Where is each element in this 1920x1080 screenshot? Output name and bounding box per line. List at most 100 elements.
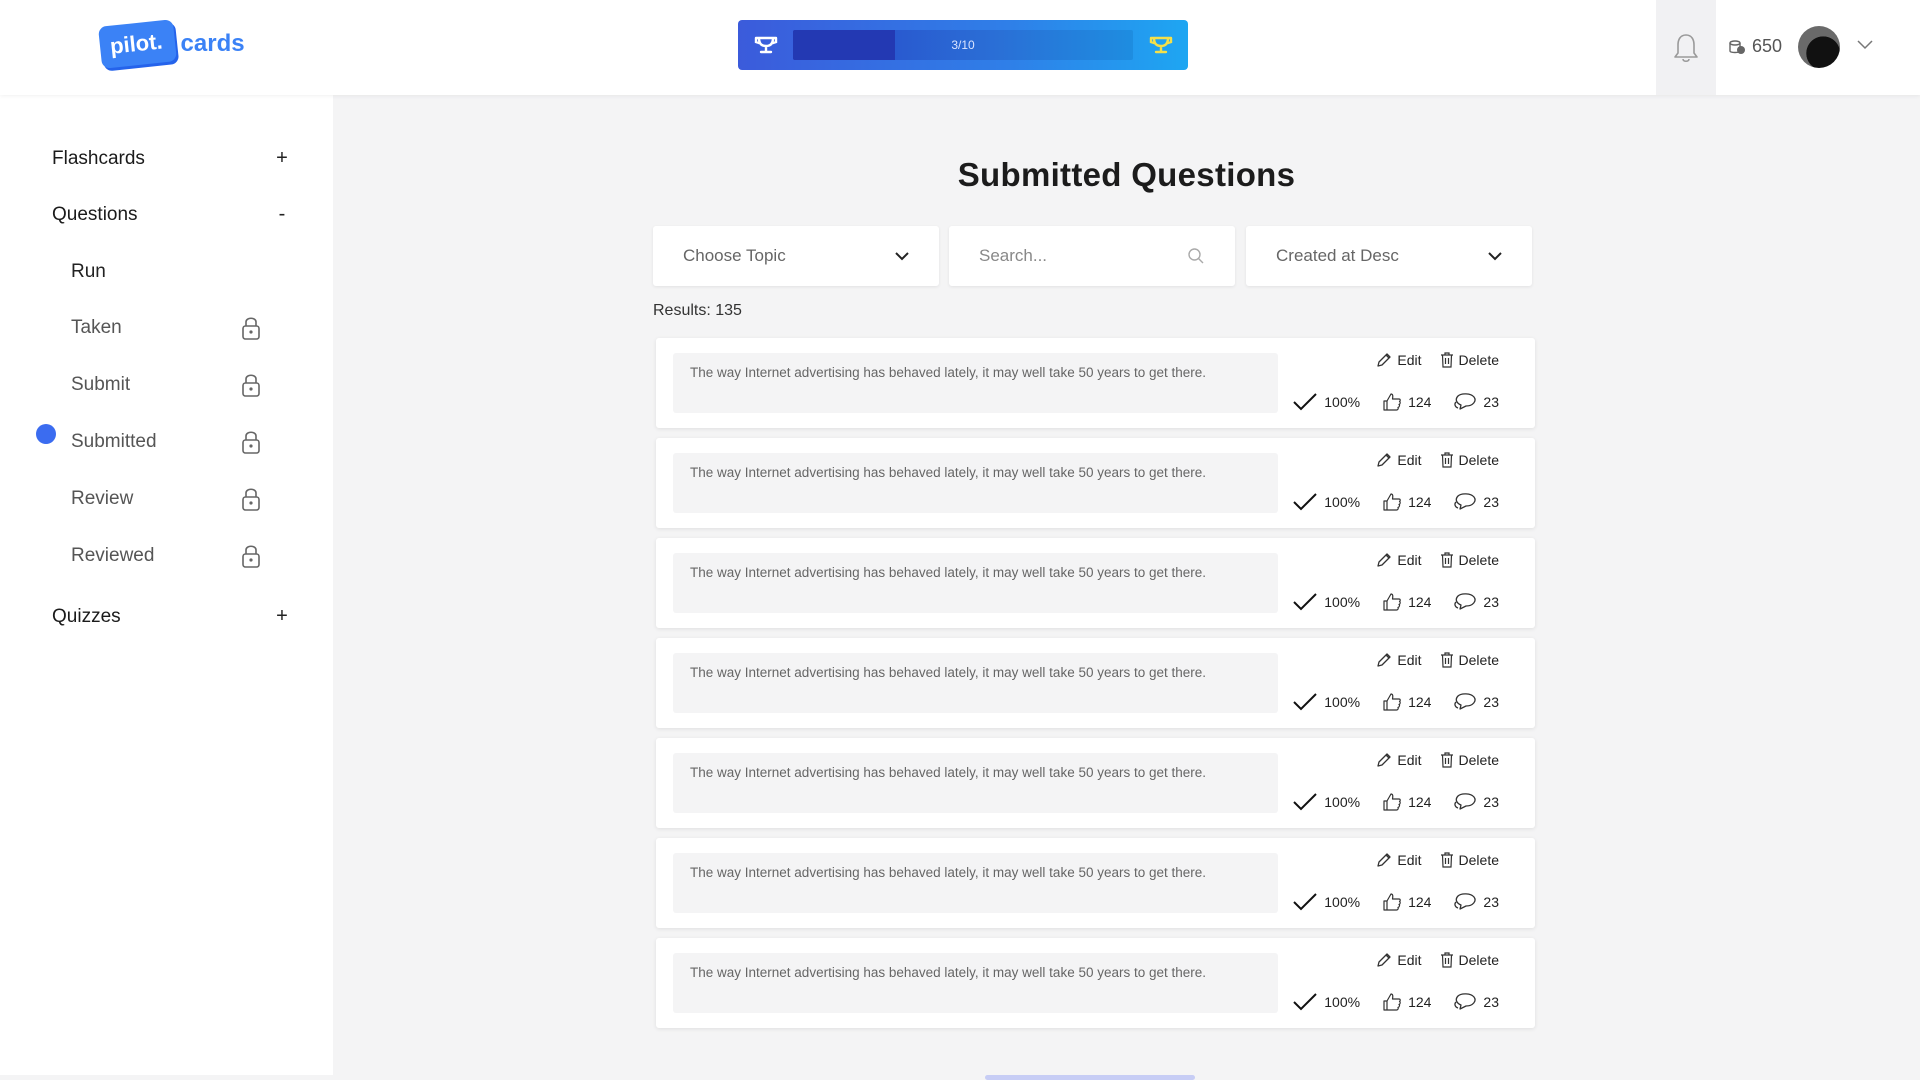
score-value: 100%: [1324, 894, 1361, 910]
card-stats: 100% 124 23: [1292, 892, 1499, 912]
card-actions: Edit Delete: [1376, 752, 1499, 768]
sidebar-item-label: Submitted: [71, 431, 157, 452]
comments-count: 23: [1483, 594, 1499, 610]
active-indicator-dot: [36, 424, 56, 444]
right-trophy-icon: [1133, 20, 1188, 70]
score-value: 100%: [1324, 394, 1361, 410]
coins-icon: [1729, 39, 1745, 54]
lock-icon: [242, 374, 260, 397]
likes-stat[interactable]: 124: [1382, 392, 1431, 412]
sidebar-section-quizzes[interactable]: Quizzes +: [52, 605, 292, 628]
delete-button[interactable]: Delete: [1440, 752, 1499, 768]
expand-toggle[interactable]: +: [272, 147, 292, 170]
comments-stat[interactable]: 23: [1453, 492, 1499, 512]
coin-balance: 650: [1728, 36, 1782, 57]
likes-stat[interactable]: 124: [1382, 492, 1431, 512]
check-icon: [1293, 993, 1317, 1011]
score-stat: 100%: [1292, 492, 1360, 512]
comments-stat[interactable]: 23: [1453, 592, 1499, 612]
chevron-down-icon: [895, 251, 909, 260]
sidebar-item-reviewed[interactable]: Reviewed: [71, 543, 261, 569]
comments-count: 23: [1483, 794, 1499, 810]
delete-button[interactable]: Delete: [1440, 452, 1499, 468]
comments-stat[interactable]: 23: [1453, 692, 1499, 712]
delete-button[interactable]: Delete: [1440, 852, 1499, 868]
score-stat: 100%: [1292, 992, 1360, 1012]
sidebar-item-submit[interactable]: Submit: [71, 372, 261, 398]
comments-stat[interactable]: 23: [1453, 792, 1499, 812]
delete-button[interactable]: Delete: [1440, 952, 1499, 968]
question-text: The way Internet advertising has behaved…: [673, 753, 1278, 813]
check-icon: [1293, 493, 1317, 511]
sidebar-item-taken[interactable]: Taken: [71, 315, 261, 341]
check-icon: [1293, 393, 1317, 411]
edit-button[interactable]: Edit: [1376, 652, 1422, 668]
score-value: 100%: [1324, 994, 1361, 1010]
question-text: The way Internet advertising has behaved…: [673, 553, 1278, 613]
comment-icon: [1454, 993, 1477, 1010]
sidebar-section-flashcards[interactable]: Flashcards +: [52, 147, 292, 170]
comments-count: 23: [1483, 694, 1499, 710]
comments-stat[interactable]: 23: [1453, 992, 1499, 1012]
likes-count: 124: [1408, 894, 1432, 910]
edit-button[interactable]: Edit: [1376, 452, 1422, 468]
likes-stat[interactable]: 124: [1382, 892, 1431, 912]
edit-button[interactable]: Edit: [1376, 552, 1422, 568]
sidebar-item-label: Taken: [71, 317, 122, 338]
edit-button[interactable]: Edit: [1376, 752, 1422, 768]
sidebar-section-questions[interactable]: Questions -: [52, 203, 292, 226]
edit-button[interactable]: Edit: [1376, 352, 1422, 368]
edit-label: Edit: [1397, 452, 1422, 468]
delete-button[interactable]: Delete: [1440, 552, 1499, 568]
check-icon: [1293, 793, 1317, 811]
notifications-button[interactable]: [1656, 0, 1716, 95]
comments-stat[interactable]: 23: [1453, 892, 1499, 912]
thumbs-up-icon: [1383, 693, 1401, 711]
results-count: Results: 135: [653, 302, 742, 319]
likes-stat[interactable]: 124: [1382, 692, 1431, 712]
check-icon: [1293, 893, 1317, 911]
comments-stat[interactable]: 23: [1453, 392, 1499, 412]
thumbs-up-icon: [1383, 593, 1401, 611]
edit-button[interactable]: Edit: [1376, 852, 1422, 868]
coin-count: 650: [1752, 36, 1783, 56]
likes-count: 124: [1408, 594, 1432, 610]
pencil-icon: [1377, 953, 1392, 967]
collapse-toggle[interactable]: -: [272, 203, 292, 226]
thumbs-up-icon: [1383, 393, 1401, 411]
likes-stat[interactable]: 124: [1382, 592, 1431, 612]
likes-count: 124: [1408, 394, 1432, 410]
sidebar-section-label: Flashcards: [52, 147, 145, 169]
trash-icon: [1440, 552, 1453, 568]
edit-label: Edit: [1397, 752, 1422, 768]
score-stat: 100%: [1292, 792, 1360, 812]
delete-button[interactable]: Delete: [1440, 352, 1499, 368]
score-value: 100%: [1324, 494, 1361, 510]
question-card: The way Internet advertising has behaved…: [656, 538, 1535, 628]
comment-icon: [1454, 593, 1477, 610]
pencil-icon: [1377, 453, 1392, 467]
avatar[interactable]: [1798, 26, 1840, 68]
expand-toggle[interactable]: +: [272, 605, 292, 628]
sidebar-item-submitted[interactable]: Submitted: [71, 429, 261, 455]
search-placeholder: Search...: [979, 246, 1048, 265]
sidebar-item-review[interactable]: Review: [71, 486, 261, 512]
search-input[interactable]: Search...: [949, 226, 1235, 286]
likes-stat[interactable]: 124: [1382, 992, 1431, 1012]
sidebar-section-label: Quizzes: [52, 605, 121, 627]
topic-select[interactable]: Choose Topic: [653, 226, 939, 286]
chevron-down-icon[interactable]: [1856, 36, 1874, 54]
left-trophy-icon: [738, 20, 793, 70]
sort-select[interactable]: Created at Desc: [1246, 226, 1532, 286]
comments-count: 23: [1483, 494, 1499, 510]
delete-label: Delete: [1458, 652, 1499, 668]
trash-icon: [1440, 352, 1453, 368]
sidebar-item-label: Run: [71, 261, 106, 282]
lock-icon: [242, 431, 260, 454]
score-stat: 100%: [1292, 392, 1360, 412]
edit-button[interactable]: Edit: [1376, 952, 1422, 968]
sidebar-item-run[interactable]: Run: [71, 261, 261, 283]
delete-button[interactable]: Delete: [1440, 652, 1499, 668]
logo[interactable]: pilot. cards: [98, 19, 245, 69]
likes-stat[interactable]: 124: [1382, 792, 1431, 812]
